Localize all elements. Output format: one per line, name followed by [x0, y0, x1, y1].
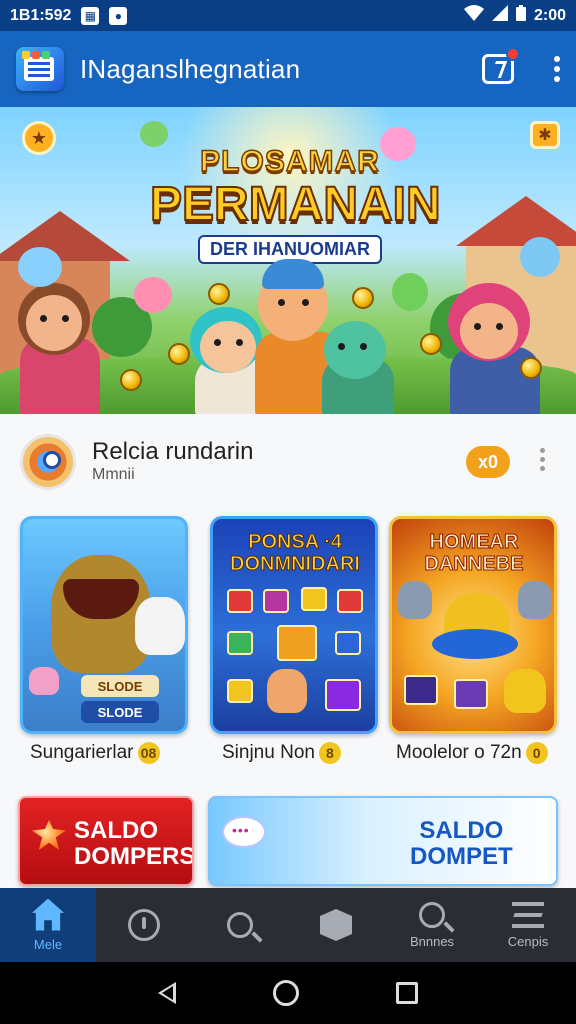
game-card-label-2[interactable]: Sinjnu Non 8 — [222, 742, 341, 764]
home-icon — [32, 898, 64, 931]
app-bar: INaganslhegnatian — [0, 31, 576, 107]
more-vert-icon[interactable] — [540, 448, 546, 471]
section-header: Relcia rundarin Mmnii x0 — [20, 434, 560, 494]
star-gem-icon — [32, 820, 66, 850]
back-icon[interactable] — [158, 982, 177, 1004]
nav-item-info[interactable] — [96, 888, 192, 962]
hero-title: PLOSAMAR PERMANAIN DER IHANUOMIAR — [149, 144, 442, 264]
nav-label: Mele — [33, 936, 63, 952]
system-navigation-bar — [0, 962, 576, 1024]
nav-label: Cenpis — [507, 933, 549, 949]
game-card-label-1[interactable]: Sungarierlar 08 — [30, 742, 160, 764]
signal-icon — [491, 5, 508, 26]
status-time: 2:00 — [533, 6, 566, 24]
status-bar: 1B1:592 ▦ ● 2:00 — [0, 0, 576, 31]
saldo-dompet-promo[interactable]: SALDO DOMPET — [208, 796, 558, 886]
card-label-badge: 0 — [525, 742, 548, 764]
card-label-text: Sungarierlar — [30, 742, 134, 763]
info-circle-icon — [128, 909, 160, 941]
recents-icon[interactable] — [395, 982, 418, 1004]
game-card-2[interactable]: PONSA ·4 DONMNIDARI — [210, 516, 378, 734]
chat-bubble-icon — [222, 816, 266, 848]
app-screen: 1B1:592 ▦ ● 2:00 INaganslhegnatian ★ ✱ P… — [0, 0, 576, 1024]
image-icon: ▦ — [81, 6, 100, 25]
game-card-3[interactable]: HOMEAR DANNEBE — [389, 516, 557, 734]
share-box-icon[interactable] — [482, 47, 520, 84]
content-area: Relcia rundarin Mmnii x0 SLODE SLODE Sun… — [0, 414, 576, 888]
card-tag-bottom: SLODE — [81, 701, 159, 723]
hero-badge-right[interactable]: ✱ — [530, 121, 560, 149]
wifi-icon — [463, 5, 484, 26]
app-title: INaganslhegnatian — [80, 53, 301, 84]
saldo-promo-red[interactable]: SALDO DOMPERSY — [18, 796, 194, 886]
section-subtitle: Mmnii — [92, 466, 135, 483]
nav-item-box[interactable] — [288, 888, 384, 962]
card-label-text: Moolelor o 72n — [396, 742, 522, 763]
promo-line2: DOMPERSY — [74, 843, 194, 870]
bottom-navigation: Mele Bnnnes Cenpis — [0, 888, 576, 962]
card-tag-top: SLODE — [81, 675, 159, 697]
avatar[interactable] — [20, 434, 76, 490]
status-left-text: 1B1:592 — [10, 6, 72, 24]
home-circle-icon[interactable] — [272, 980, 299, 1006]
search-icon — [419, 901, 445, 928]
app-logo-icon — [16, 47, 64, 91]
count-badge[interactable]: x0 — [466, 446, 510, 478]
card-banner: HOMEAR DANNEBE — [424, 531, 524, 576]
promo-line1: SALDO — [419, 817, 504, 844]
battery-icon — [515, 5, 526, 26]
promo-line2: DOMPET — [410, 843, 513, 870]
nav-item-cenpis[interactable]: Cenpis — [480, 888, 576, 962]
box-icon — [320, 909, 352, 941]
hero-title-line2: PERMANAIN — [149, 178, 442, 232]
hero-badge-left[interactable]: ★ — [22, 121, 56, 155]
card-label-badge: 08 — [137, 742, 160, 764]
hero-banner[interactable]: ★ ✱ PLOSAMAR PERMANAIN DER IHANUOMIAR — [0, 107, 576, 414]
game-card-1[interactable]: SLODE SLODE — [20, 516, 188, 734]
nav-item-search[interactable] — [192, 888, 288, 962]
card-banner: PONSA ·4 DONMNIDARI — [230, 531, 361, 576]
search-icon — [227, 912, 253, 938]
nav-label: Bnnnes — [409, 933, 455, 949]
section-title: Relcia rundarin — [92, 438, 254, 465]
notification-dot — [506, 47, 520, 61]
card-label-text: Sinjnu Non — [222, 742, 315, 763]
promo-line1: SALDO — [74, 817, 158, 844]
card-label-badge: 8 — [318, 742, 341, 764]
stack-icon — [512, 901, 544, 928]
game-card-label-3[interactable]: Moolelor o 72n 0 — [396, 742, 548, 764]
game-card-list: SLODE SLODE Sungarierlar 08 PONSA ·4 DONM… — [20, 516, 560, 776]
more-vert-icon[interactable] — [554, 56, 560, 82]
nav-item-home[interactable]: Mele — [0, 888, 96, 962]
notification-icon: ● — [109, 6, 128, 25]
nav-item-bnnnes[interactable]: Bnnnes — [384, 888, 480, 962]
